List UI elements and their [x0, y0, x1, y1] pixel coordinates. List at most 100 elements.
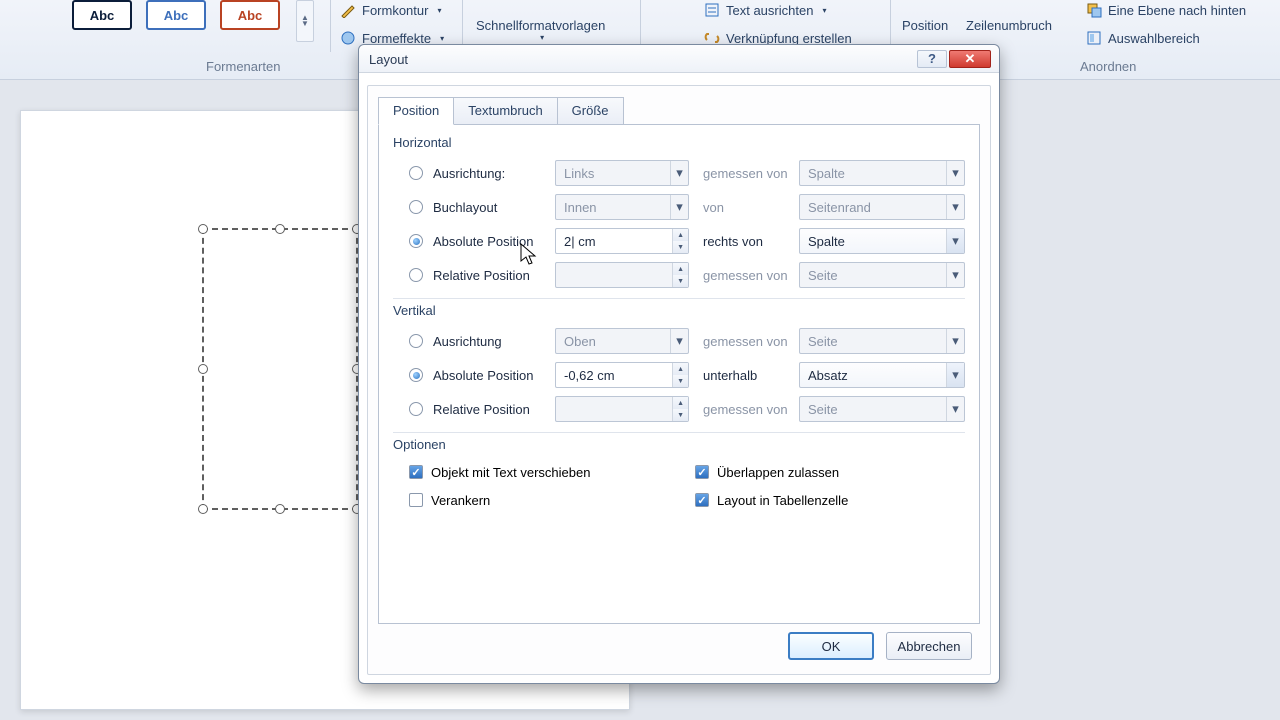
label-unterhalb: unterhalb — [689, 368, 799, 383]
dialog-titlebar[interactable]: Layout ? ✕ — [359, 45, 999, 73]
close-icon: ✕ — [965, 51, 976, 67]
combo-absolute-horizontal-ref[interactable]: Spalte▾ — [799, 228, 965, 254]
formkontur-button[interactable]: Formkontur▾ — [340, 2, 441, 18]
radio-relative-vert[interactable] — [409, 402, 423, 416]
help-button[interactable]: ? — [917, 50, 947, 68]
spin-down-icon[interactable]: ▼ — [673, 375, 688, 387]
ok-button[interactable]: OK — [788, 632, 874, 660]
shape-style-2[interactable]: Abc — [146, 0, 206, 30]
checkbox-ueberlappen[interactable] — [695, 465, 709, 479]
schnellformatvorlagen-button[interactable]: Schnellformatvorlagen▾ — [476, 18, 605, 42]
label-gemessen-von: gemessen von — [689, 402, 799, 417]
group-label-formenarten: Formenarten — [206, 59, 280, 74]
label-buchlayout: Buchlayout — [433, 200, 555, 215]
spinner-relative-horizontal: ▲▼ — [555, 262, 689, 288]
resize-handle[interactable] — [198, 224, 208, 234]
spinner-relative-vert: ▲▼ — [555, 396, 689, 422]
combo-absolute-vert-ref[interactable]: Absatz▾ — [799, 362, 965, 388]
tab-groesse[interactable]: Größe — [557, 97, 624, 125]
checkbox-label: Layout in Tabellenzelle — [717, 493, 848, 508]
label-ausrichtung-vert: Ausrichtung — [433, 334, 555, 349]
label-ausrichtung: Ausrichtung: — [433, 166, 555, 181]
dialog-tabs: Position Textumbruch Größe — [368, 86, 990, 124]
cancel-button[interactable]: Abbrechen — [886, 632, 972, 660]
combo-buchlayout-ref: Seitenrand▾ — [799, 194, 965, 220]
spinner-absolute-vert[interactable]: ▲▼ — [555, 362, 689, 388]
combo-ausrichtung-vert-value: Oben▾ — [555, 328, 689, 354]
spin-down-icon: ▼ — [673, 275, 688, 287]
row-ausrichtung-vert: Ausrichtung Oben▾ gemessen von Seite▾ — [393, 324, 965, 358]
section-legend: Optionen — [393, 437, 965, 452]
align-text-icon — [704, 2, 720, 18]
combo-relative-horizontal-ref: Seite▾ — [799, 262, 965, 288]
resize-handle[interactable] — [198, 364, 208, 374]
chevron-down-icon: ▾ — [946, 161, 964, 185]
section-divider — [393, 432, 965, 433]
radio-ausrichtung-vert[interactable] — [409, 334, 423, 348]
tab-textumbruch[interactable]: Textumbruch — [453, 97, 557, 125]
shape-style-gallery[interactable]: Abc Abc Abc — [72, 0, 280, 30]
gallery-more-button[interactable]: ▲▼ — [296, 0, 314, 42]
section-legend: Horizontal — [393, 135, 965, 150]
shape-style-1[interactable]: Abc — [72, 0, 132, 30]
spin-up-icon[interactable]: ▲ — [673, 229, 688, 241]
checkbox-verankern[interactable] — [409, 493, 423, 507]
radio-ausrichtung[interactable] — [409, 166, 423, 180]
resize-handle[interactable] — [198, 504, 208, 514]
section-horizontal: Horizontal Ausrichtung: Links▾ gemessen … — [393, 135, 965, 292]
checkbox-objekt-mit-text[interactable] — [409, 465, 423, 479]
checkbox-label: Verankern — [431, 493, 490, 508]
input-absolute-horizontal[interactable] — [556, 229, 672, 253]
row-absolute-vert: Absolute Position ▲▼ unterhalb Absatz▾ — [393, 358, 965, 392]
label-gemessen-von: gemessen von — [689, 268, 799, 283]
input-absolute-vert[interactable] — [556, 363, 672, 387]
chevron-down-icon: ▾ — [670, 195, 688, 219]
ebene-hinten-button[interactable]: Eine Ebene nach hinten — [1086, 2, 1246, 18]
section-vertikal: Vertikal Ausrichtung Oben▾ gemessen von … — [393, 303, 965, 426]
radio-relative-horizontal[interactable] — [409, 268, 423, 282]
input-relative-vert — [556, 397, 672, 421]
label-von: von — [689, 200, 799, 215]
chevron-down-icon: ▾ — [946, 329, 964, 353]
section-divider — [393, 298, 965, 299]
text-ausrichten-button[interactable]: Text ausrichten▾ — [704, 2, 826, 18]
combo-ausrichtung-vert-ref: Seite▾ — [799, 328, 965, 354]
resize-handle[interactable] — [275, 224, 285, 234]
send-backward-icon — [1086, 2, 1102, 18]
label-absolute-horizontal: Absolute Position — [433, 234, 555, 249]
spin-up-icon[interactable]: ▲ — [673, 363, 688, 375]
section-legend: Vertikal — [393, 303, 965, 318]
radio-absolute-vert[interactable] — [409, 368, 423, 382]
chevron-down-icon: ▾ — [946, 397, 964, 421]
chevron-down-icon: ▾ — [670, 329, 688, 353]
spinner-absolute-horizontal[interactable]: ▲▼ — [555, 228, 689, 254]
resize-handle[interactable] — [275, 504, 285, 514]
label-absolute-vert: Absolute Position — [433, 368, 555, 383]
group-label-anordnen: Anordnen — [1080, 59, 1136, 74]
checkbox-layout-tabellenzelle[interactable] — [695, 493, 709, 507]
help-icon: ? — [928, 51, 936, 66]
dialog-title: Layout — [367, 50, 915, 67]
combo-buchlayout-value: Innen▾ — [555, 194, 689, 220]
row-relative-horizontal: Relative Position ▲▼ gemessen von Seite▾ — [393, 258, 965, 292]
effects-icon — [340, 30, 356, 46]
section-optionen: Optionen Objekt mit Text verschieben Übe… — [393, 437, 965, 514]
tab-position[interactable]: Position — [378, 97, 454, 125]
chevron-down-icon: ▾ — [946, 263, 964, 287]
row-buchlayout: Buchlayout Innen▾ von Seitenrand▾ — [393, 190, 965, 224]
radio-absolute-horizontal[interactable] — [409, 234, 423, 248]
dialog-buttons: OK Abbrechen — [788, 632, 972, 660]
label-relative-vert: Relative Position — [433, 402, 555, 417]
combo-ausrichtung-value: Links▾ — [555, 160, 689, 186]
radio-buchlayout[interactable] — [409, 200, 423, 214]
selected-shape[interactable] — [202, 228, 358, 510]
close-button[interactable]: ✕ — [949, 50, 991, 68]
combo-relative-vert-ref: Seite▾ — [799, 396, 965, 422]
position-button[interactable]: Position — [902, 18, 948, 33]
auswahlbereich-button[interactable]: Auswahlbereich — [1086, 30, 1200, 46]
checkbox-label: Objekt mit Text verschieben — [431, 465, 590, 480]
spin-down-icon[interactable]: ▼ — [673, 241, 688, 253]
shape-style-3[interactable]: Abc — [220, 0, 280, 30]
zeilenumbruch-button[interactable]: Zeilenumbruch — [966, 18, 1052, 33]
dialog-body: Position Textumbruch Größe Horizontal Au… — [367, 85, 991, 675]
